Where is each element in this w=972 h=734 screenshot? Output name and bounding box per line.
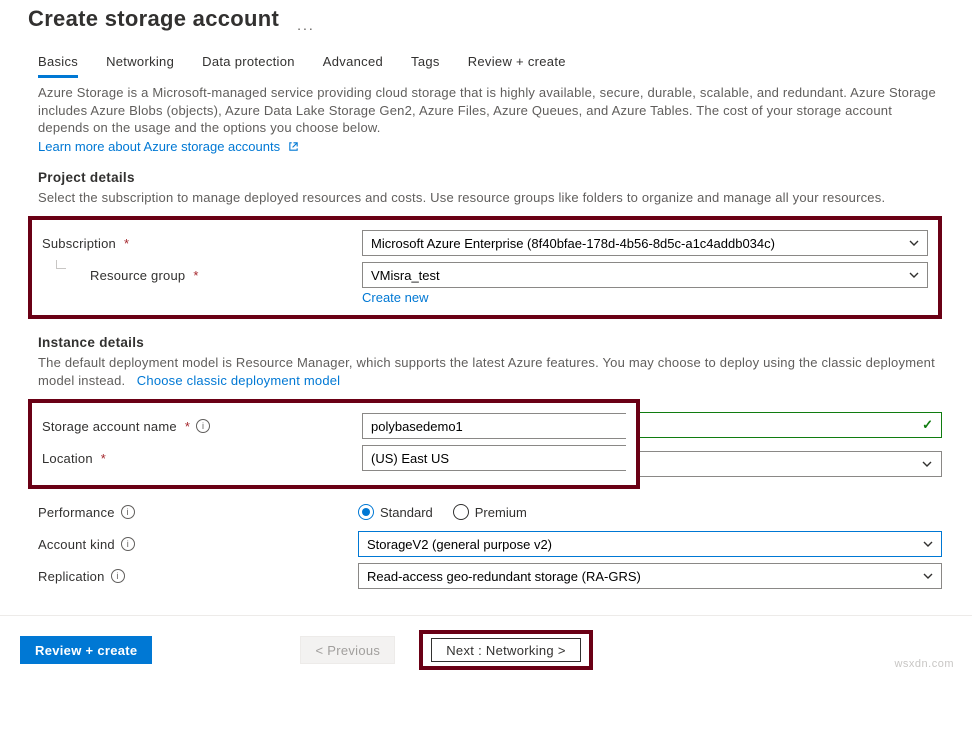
info-icon[interactable]: i [121, 505, 135, 519]
info-icon[interactable]: i [111, 569, 125, 583]
performance-label: Performance [38, 505, 115, 520]
replication-select[interactable] [358, 563, 942, 589]
next-button[interactable]: Next : Networking > [431, 638, 581, 662]
account-kind-value[interactable] [358, 531, 942, 557]
storage-account-name-valid: ✓ [640, 412, 942, 438]
location-select-partial[interactable] [362, 445, 626, 471]
project-details-title: Project details [38, 170, 942, 185]
account-kind-label: Account kind [38, 537, 115, 552]
instance-details-title: Instance details [38, 335, 942, 350]
info-icon[interactable]: i [196, 419, 210, 433]
tabs: Basics Networking Data protection Advanc… [38, 50, 942, 78]
required-marker: * [193, 268, 198, 283]
instance-details-highlight: Storage account name * i Location * [28, 399, 640, 489]
subscription-label: Subscription [42, 236, 116, 251]
required-marker: * [101, 451, 106, 466]
subscription-value[interactable] [362, 230, 928, 256]
instance-details-desc: The default deployment model is Resource… [38, 354, 942, 389]
resource-group-label: Resource group [90, 268, 185, 283]
performance-premium-radio[interactable]: Premium [453, 504, 527, 520]
performance-premium-label: Premium [475, 505, 527, 520]
classic-model-link[interactable]: Choose classic deployment model [137, 373, 340, 388]
previous-button[interactable]: < Previous [300, 636, 395, 664]
required-marker: * [124, 236, 129, 251]
next-highlight: Next : Networking > [419, 630, 593, 670]
required-marker: * [185, 419, 190, 434]
tab-advanced[interactable]: Advanced [323, 50, 383, 78]
account-kind-select[interactable] [358, 531, 942, 557]
info-icon[interactable]: i [121, 537, 135, 551]
tab-basics[interactable]: Basics [38, 50, 78, 78]
create-new-link[interactable]: Create new [362, 290, 428, 305]
external-link-icon [288, 141, 299, 152]
watermark: wsxdn.com [894, 658, 954, 670]
performance-standard-radio[interactable]: Standard [358, 504, 433, 520]
performance-standard-label: Standard [380, 505, 433, 520]
learn-more-label: Learn more about Azure storage accounts [38, 139, 280, 154]
page-title: Create storage account [28, 6, 279, 32]
tab-tags[interactable]: Tags [411, 50, 440, 78]
storage-account-name-input[interactable] [362, 413, 626, 439]
more-icon[interactable]: ... [297, 17, 315, 33]
project-details-highlight: Subscription * Resource group * [28, 216, 942, 319]
indent-line [56, 260, 66, 269]
subscription-select[interactable] [362, 230, 928, 256]
resource-group-select[interactable] [362, 262, 928, 288]
review-create-button[interactable]: Review + create [20, 636, 152, 664]
resource-group-value[interactable] [362, 262, 928, 288]
tab-data-protection[interactable]: Data protection [202, 50, 295, 78]
intro-text: Azure Storage is a Microsoft-managed ser… [38, 84, 942, 137]
replication-value[interactable] [358, 563, 942, 589]
chevron-down-icon [921, 458, 933, 470]
tab-review-create[interactable]: Review + create [468, 50, 566, 78]
tab-networking[interactable]: Networking [106, 50, 174, 78]
replication-label: Replication [38, 569, 105, 584]
location-select[interactable] [640, 451, 942, 477]
learn-more-link[interactable]: Learn more about Azure storage accounts [38, 139, 299, 154]
storage-account-name-label: Storage account name [42, 419, 177, 434]
footer: Review + create < Previous Next : Networ… [0, 615, 972, 674]
project-details-desc: Select the subscription to manage deploy… [38, 189, 942, 207]
location-label: Location [42, 451, 93, 466]
check-icon: ✓ [922, 417, 933, 433]
